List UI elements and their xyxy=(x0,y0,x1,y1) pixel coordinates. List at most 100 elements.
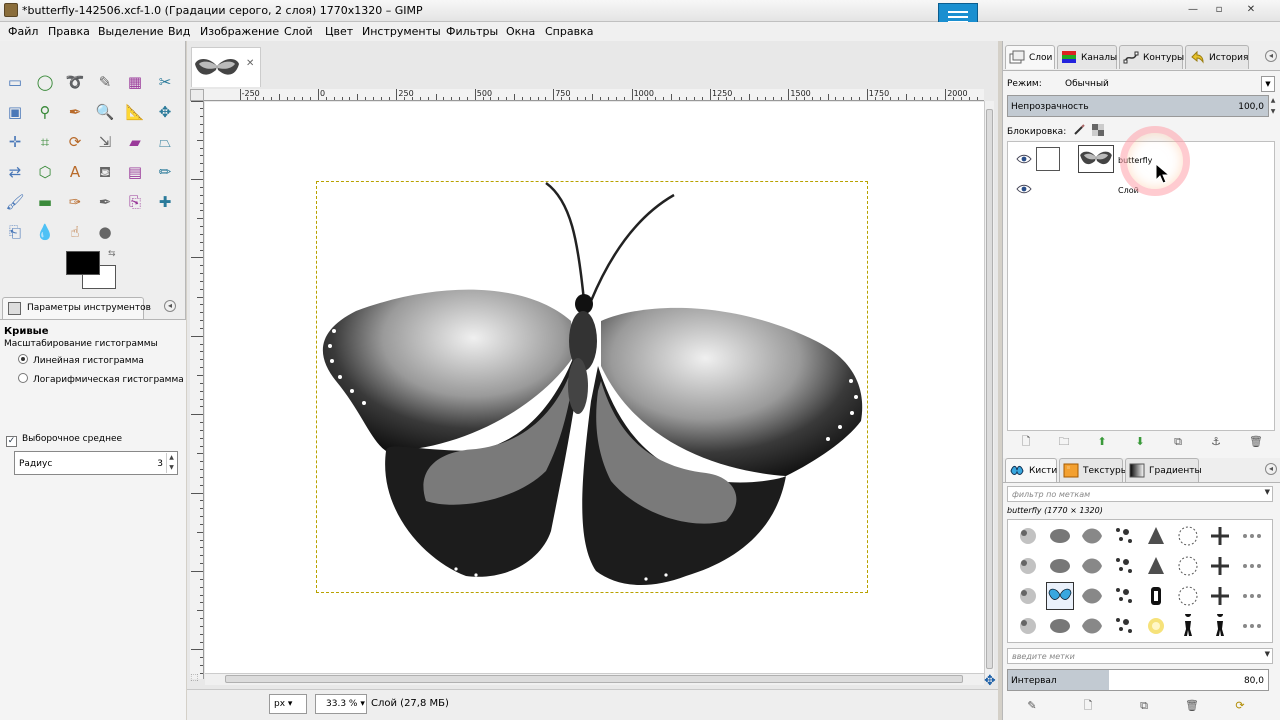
eraser-icon[interactable]: ▬ xyxy=(34,191,56,213)
tab-brushes[interactable]: Кисти xyxy=(1005,458,1057,482)
canvas-viewport[interactable] xyxy=(205,102,984,679)
free-select-icon[interactable]: ➰ xyxy=(64,71,86,93)
blur-icon[interactable]: 💧 xyxy=(34,221,56,243)
tab-history[interactable]: История xyxy=(1185,45,1249,69)
menu-colors[interactable]: Цвет xyxy=(325,25,353,38)
brush-preview[interactable] xyxy=(1206,552,1234,580)
brushes-dock-menu-icon[interactable]: ◂ xyxy=(1265,463,1277,475)
fuzzy-select-icon[interactable]: ✎ xyxy=(94,71,116,93)
brush-preview[interactable] xyxy=(1238,612,1266,640)
brush-preview[interactable] xyxy=(1046,612,1074,640)
flip-icon[interactable]: ⇄ xyxy=(4,161,26,183)
brush-grid[interactable] xyxy=(1007,519,1273,643)
brush-preview[interactable] xyxy=(1206,612,1234,640)
refresh-brushes-icon[interactable]: ⟳ xyxy=(1233,699,1247,713)
brush-preview[interactable] xyxy=(1078,612,1106,640)
edit-brush-icon[interactable]: ✎ xyxy=(1025,699,1039,713)
mode-dropdown-icon[interactable]: ▼ xyxy=(1261,76,1275,92)
move-icon[interactable]: ✥ xyxy=(154,101,176,123)
maximize-button[interactable]: ▫ xyxy=(1206,3,1232,17)
menu-windows[interactable]: Окна xyxy=(506,25,535,38)
ink-icon[interactable]: ✒ xyxy=(94,191,116,213)
radius-value[interactable]: 3 xyxy=(157,459,163,469)
brush-preview[interactable] xyxy=(1142,612,1170,640)
brush-preview[interactable] xyxy=(1142,522,1170,550)
rect-select-icon[interactable]: ▭ xyxy=(4,71,26,93)
radio-log-indicator[interactable] xyxy=(18,373,28,383)
horizontal-scroll-thumb[interactable] xyxy=(225,675,963,683)
tags-dropdown-icon[interactable]: ▼ xyxy=(1265,650,1270,658)
opacity-spin-buttons[interactable]: ▲ ▼ xyxy=(1269,95,1277,117)
close-button[interactable]: ✕ xyxy=(1238,3,1264,17)
brush-preview[interactable] xyxy=(1078,552,1106,580)
scissors-icon[interactable]: ✂ xyxy=(154,71,176,93)
smudge-icon[interactable]: ☝ xyxy=(64,221,86,243)
brush-preview[interactable] xyxy=(1014,552,1042,580)
brush-preview[interactable] xyxy=(1014,612,1042,640)
ellipse-select-icon[interactable]: ◯ xyxy=(34,71,56,93)
brush-preview[interactable] xyxy=(1174,582,1202,610)
brush-preview[interactable] xyxy=(1174,552,1202,580)
dodge-burn-icon[interactable]: ● xyxy=(94,221,116,243)
new-layer-icon[interactable]: 🗋 xyxy=(1019,435,1033,449)
select-by-color-icon[interactable]: ▦ xyxy=(124,71,146,93)
menu-view[interactable]: Вид xyxy=(168,25,190,38)
menu-file[interactable]: Файл xyxy=(8,25,38,38)
brush-preview[interactable] xyxy=(1174,612,1202,640)
zoom-select[interactable]: 33.3 % ▾ xyxy=(315,694,367,714)
foreground-color-swatch[interactable] xyxy=(66,251,100,275)
menu-layer[interactable]: Слой xyxy=(284,25,313,38)
sample-average-check[interactable]: ✓ xyxy=(6,436,17,447)
lock-pixels-icon[interactable] xyxy=(1073,124,1085,136)
scale-icon[interactable]: ⇲ xyxy=(94,131,116,153)
tag-filter-dropdown-icon[interactable]: ▼ xyxy=(1265,488,1270,496)
menu-select[interactable]: Выделение xyxy=(98,25,164,38)
image-tab[interactable]: ✕ xyxy=(191,47,261,87)
brush-preview[interactable] xyxy=(1238,552,1266,580)
raise-layer-icon[interactable]: ⬆ xyxy=(1095,435,1109,449)
brush-preview[interactable] xyxy=(1110,612,1138,640)
lower-layer-icon[interactable]: ⬇ xyxy=(1133,435,1147,449)
vertical-scroll-thumb[interactable] xyxy=(986,109,993,669)
brush-preview[interactable] xyxy=(1110,582,1138,610)
measure-icon[interactable]: 📐 xyxy=(124,101,146,123)
new-layer-group-icon[interactable]: 🗀 xyxy=(1057,435,1071,449)
tab-tool-options[interactable]: Параметры инструментов xyxy=(2,297,151,319)
airbrush-icon[interactable]: ✑ xyxy=(64,191,86,213)
vertical-scrollbar[interactable] xyxy=(984,101,994,679)
menu-edit[interactable]: Правка xyxy=(48,25,90,38)
shear-icon[interactable]: ▰ xyxy=(124,131,146,153)
opacity-slider[interactable]: Непрозрачность 100,0 xyxy=(1007,95,1269,117)
mode-value[interactable]: Обычный xyxy=(1065,79,1109,89)
new-brush-icon[interactable]: 🗋 xyxy=(1081,699,1095,713)
lock-alpha-icon[interactable] xyxy=(1091,124,1104,136)
delete-brush-icon[interactable]: 🗑 xyxy=(1185,699,1199,713)
cage-icon[interactable]: ⬡ xyxy=(34,161,56,183)
swap-colors-icon[interactable]: ⇆ xyxy=(108,249,116,259)
tool-options-menu-icon[interactable]: ◂ xyxy=(164,300,176,312)
tab-patterns[interactable]: Текстуры xyxy=(1059,458,1128,482)
rotate-icon[interactable]: ⟳ xyxy=(64,131,86,153)
brush-preview[interactable] xyxy=(1014,582,1042,610)
brush-preview[interactable] xyxy=(1238,522,1266,550)
tab-paths[interactable]: Контуры xyxy=(1119,45,1184,69)
brush-tag-filter[interactable]: фильтр по меткам ▼ xyxy=(1007,486,1273,502)
radio-linear-histogram[interactable]: Линейная гистограмма xyxy=(18,354,144,366)
color-picker-icon[interactable]: ✒ xyxy=(64,101,86,123)
brush-preview[interactable] xyxy=(1110,522,1138,550)
perspective-clone-icon[interactable]: ⎗ xyxy=(4,221,26,243)
unit-select[interactable]: px ▾ xyxy=(269,694,307,714)
tab-channels[interactable]: Каналы xyxy=(1057,45,1117,69)
duplicate-layer-icon[interactable]: ⧉ xyxy=(1171,435,1185,449)
clone-icon[interactable]: ⎘ xyxy=(124,191,146,213)
brush-preview[interactable] xyxy=(1078,522,1106,550)
brush-preview[interactable] xyxy=(1142,582,1170,610)
tab-gradients[interactable]: Градиенты xyxy=(1125,458,1202,482)
visibility-eye-icon[interactable] xyxy=(1016,184,1032,194)
horizontal-scrollbar[interactable] xyxy=(205,673,984,685)
zoom-icon[interactable]: 🔍 xyxy=(94,101,116,123)
heal-icon[interactable]: ✚ xyxy=(154,191,176,213)
brush-preview[interactable] xyxy=(1110,552,1138,580)
pencil-icon[interactable]: ✏ xyxy=(154,161,176,183)
visibility-eye-icon[interactable] xyxy=(1016,154,1032,164)
